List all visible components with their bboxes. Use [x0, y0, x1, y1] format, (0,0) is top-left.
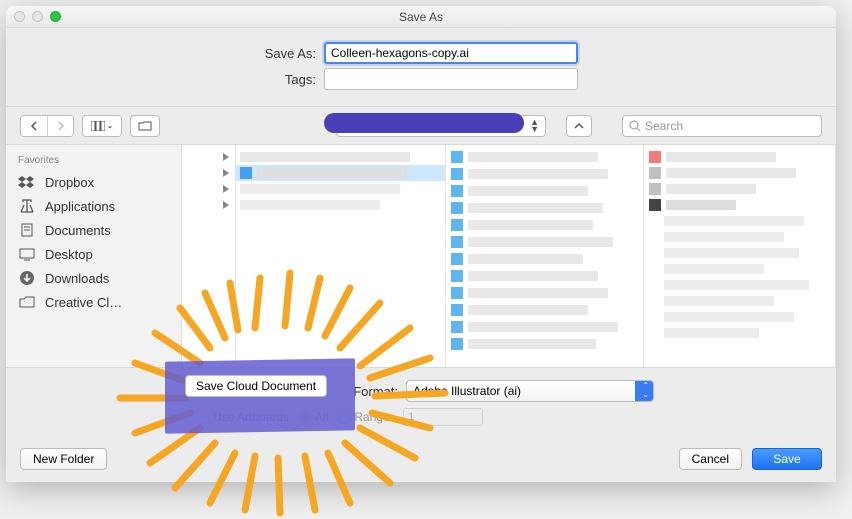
group-button[interactable] [130, 115, 160, 137]
forward-button[interactable] [47, 116, 73, 136]
titlebar: Save As [6, 6, 836, 28]
options-area: Format: Adobe Illustrator (ai) Use Artbo… [6, 367, 836, 440]
folder-arrow-icon [223, 201, 229, 209]
sidebar-item-label: Dropbox [45, 175, 94, 190]
form-area: Save As: Tags: [6, 28, 836, 107]
format-select[interactable]: Adobe Illustrator (ai) [406, 380, 654, 402]
sidebar-item-label: Documents [45, 223, 111, 238]
view-segmented: ⌄ [82, 115, 122, 137]
traffic-lights [14, 11, 61, 22]
nav-segmented [20, 115, 74, 137]
search-field[interactable]: Search [622, 115, 822, 137]
sidebar-item-creativecloud[interactable]: Creative Cl… [6, 290, 181, 314]
downloads-icon [18, 270, 36, 286]
back-button[interactable] [21, 116, 47, 136]
file-browser: Favorites Dropbox Applications Documents… [6, 145, 836, 367]
sidebar-item-label: Applications [45, 199, 115, 214]
folder-arrow-icon [223, 169, 229, 177]
tags-label: Tags: [6, 72, 324, 87]
range-input[interactable] [403, 408, 483, 426]
chevron-right-icon [56, 121, 66, 131]
sidebar-item-label: Desktop [45, 247, 93, 262]
sidebar-item-applications[interactable]: Applications [6, 194, 181, 218]
window-title: Save As [399, 10, 443, 24]
filename-input[interactable] [324, 42, 578, 64]
updown-icon: ▲▼ [530, 119, 539, 133]
cancel-button[interactable]: Cancel [679, 448, 742, 470]
folder-arrow-icon [223, 185, 229, 193]
sidebar-item-desktop[interactable]: Desktop [6, 242, 181, 266]
folder-icon [18, 294, 36, 310]
sidebar: Favorites Dropbox Applications Documents… [6, 145, 182, 367]
collapse-button[interactable] [566, 115, 592, 137]
sidebar-item-label: Creative Cl… [45, 295, 122, 310]
documents-icon [18, 222, 36, 238]
sidebar-item-label: Downloads [45, 271, 109, 286]
save-dialog: Save As Save As: Tags: ⌄ [6, 6, 836, 482]
new-folder-button[interactable]: New Folder [20, 448, 107, 470]
desktop-icon [18, 246, 36, 262]
chevron-up-icon [574, 122, 584, 130]
search-icon [629, 120, 641, 132]
saveas-label: Save As: [6, 46, 324, 61]
applications-icon [18, 198, 36, 214]
sidebar-item-downloads[interactable]: Downloads [6, 266, 181, 290]
sidebar-item-documents[interactable]: Documents [6, 218, 181, 242]
dropbox-icon [18, 174, 36, 190]
chevron-left-icon [29, 121, 39, 131]
toolbar: ⌄ Creative Cloud Files ▲▼ Search [6, 107, 836, 145]
search-placeholder: Search [645, 119, 683, 133]
sidebar-header: Favorites [6, 151, 181, 170]
close-icon[interactable] [14, 11, 25, 22]
zoom-icon[interactable] [50, 11, 61, 22]
view-mode-button[interactable]: ⌄ [83, 116, 121, 136]
format-select-wrap: Adobe Illustrator (ai) [406, 380, 654, 402]
folder-plus-icon [138, 120, 152, 131]
minimize-icon[interactable] [32, 11, 43, 22]
save-button[interactable]: Save [752, 448, 822, 470]
folder-arrow-icon [223, 153, 229, 161]
tags-input[interactable] [324, 68, 578, 90]
column-view[interactable] [182, 145, 836, 367]
save-cloud-document-button[interactable]: Save Cloud Document [185, 375, 327, 397]
footer: New Folder Cancel Save [6, 440, 836, 482]
columns-icon [91, 121, 105, 131]
annotation-scribble [324, 113, 524, 133]
sidebar-item-dropbox[interactable]: Dropbox [6, 170, 181, 194]
